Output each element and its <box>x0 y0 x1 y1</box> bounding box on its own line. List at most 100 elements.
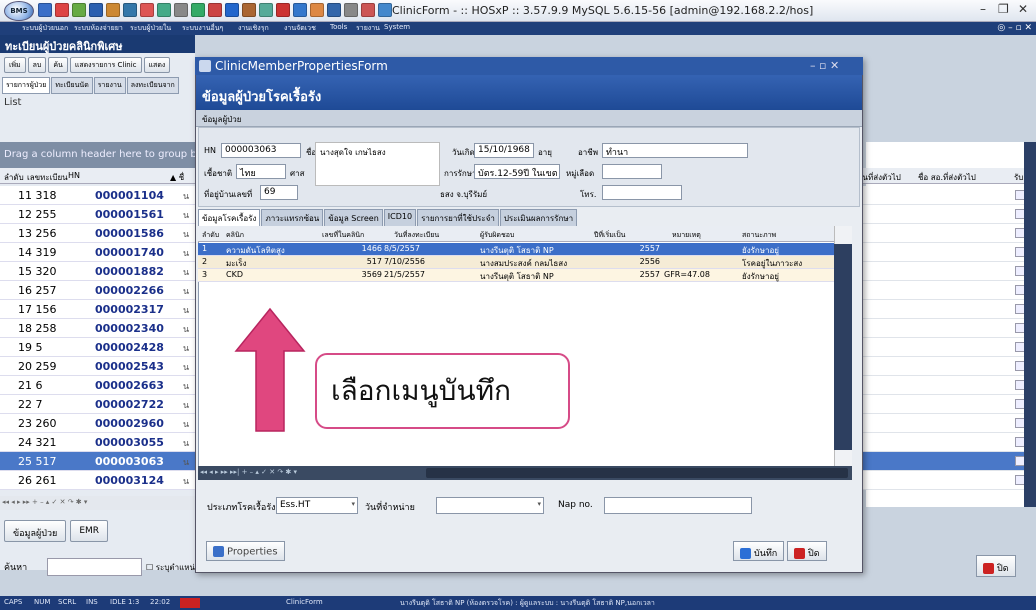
menu-item-6[interactable]: Tools <box>330 23 347 31</box>
toolbar-icon-6[interactable] <box>140 3 154 17</box>
table-row[interactable]: 25 517 000003063 น <box>0 452 195 471</box>
table-row[interactable]: 20 259 000002543 น <box>0 357 195 376</box>
chronic-nav-buttons[interactable]: ◂◂ ◂ ▸ ▸▸ ▸▸| + – ▴ ✓ ✕ ↷ ✱ ▾ <box>200 468 297 476</box>
nap-input[interactable] <box>604 497 752 514</box>
table-row[interactable] <box>854 300 1025 319</box>
col-order[interactable]: ลำดับ <box>202 230 219 241</box>
nation-field[interactable]: ไทย <box>236 164 286 179</box>
patient-info-button[interactable]: ข้อมูลผู้ป่วย <box>4 520 67 542</box>
table-row[interactable]: 19 5 000002428 น <box>0 338 195 357</box>
table-row[interactable]: 26 261 000003124 น <box>0 471 195 490</box>
toolbar-icon-16[interactable] <box>310 3 324 17</box>
tab-register-from[interactable]: ลงทะเบียนจาก <box>126 77 179 94</box>
pttype-field[interactable]: บัตร.12-59ปี ในเขต <box>474 164 560 179</box>
toolbar-icon-9[interactable] <box>191 3 205 17</box>
emr-button[interactable]: EMR <box>70 520 109 542</box>
col-name[interactable]: ▲ ชื่ <box>170 171 184 184</box>
toolbar-icon-17[interactable] <box>327 3 341 17</box>
table-row[interactable]: 24 321 000003055 น <box>0 433 195 452</box>
toolbar-icon-5[interactable] <box>123 3 137 17</box>
col-status[interactable]: สถานะภาพ <box>742 230 776 241</box>
toolbar-icon-12[interactable] <box>242 3 256 17</box>
menu-item-2[interactable]: ระบบผู้ป่วยใน <box>130 23 171 34</box>
tel-field[interactable] <box>602 185 682 200</box>
toolbar-icon-4[interactable] <box>106 3 120 17</box>
toolbar-icon-2[interactable] <box>72 3 86 17</box>
table-row[interactable]: 2 มะเร็ง 517 7/10/2556 นางสมประสงค์ กลมไธสง 2… <box>198 256 834 269</box>
mdi-controls[interactable]: ◎ – ▫ ✕ <box>997 23 1032 33</box>
group-by-area[interactable]: Drag a column header here to group by <box>0 142 195 168</box>
village-field[interactable] <box>602 164 662 179</box>
table-row[interactable] <box>854 471 1025 490</box>
col-last-date[interactable]: วันที่ส่งตัวไป <box>858 171 901 184</box>
table-row[interactable]: 3 CKD 3569 21/5/2557 นางรีนตุติ โสธาติ NP 255… <box>198 269 834 282</box>
menu-item-3[interactable]: ระบบงานอื่นๆ <box>182 23 223 34</box>
toolbar-icon-1[interactable] <box>55 3 69 17</box>
toolbar-icon-10[interactable] <box>208 3 222 17</box>
minimize-button[interactable]: – <box>980 2 986 16</box>
dialog-close-button[interactable]: ปิด <box>787 541 827 561</box>
table-row[interactable]: 14 319 000001740 น <box>0 243 195 262</box>
add-button[interactable]: เพิ่ม <box>4 57 26 73</box>
show-clinic-list-button[interactable]: แสดงรายการ Clinic <box>69 57 142 73</box>
menu-item-7[interactable]: รายงาน <box>356 23 380 34</box>
table-row[interactable] <box>854 224 1025 243</box>
delete-button[interactable]: ลบ <box>27 57 47 73</box>
toolbar-icon-11[interactable] <box>225 3 239 17</box>
toolbar-icon-20[interactable] <box>378 3 392 17</box>
col-reg-no[interactable]: เลขทะเบียน <box>27 171 68 184</box>
col-last-place[interactable]: ชื่อ สอ.ที่ส่งตัวไป <box>918 171 976 184</box>
table-row[interactable]: 13 256 000001586 น <box>0 224 195 243</box>
menu-item-8[interactable]: System <box>384 23 410 31</box>
close-window-button[interactable]: ✕ <box>1018 2 1028 16</box>
table-row[interactable]: 21 6 000002663 น <box>0 376 195 395</box>
discharge-date-select[interactable]: ▾ <box>436 497 544 514</box>
table-row[interactable] <box>854 186 1025 205</box>
table-row[interactable]: 18 258 000002340 น <box>0 319 195 338</box>
table-row[interactable] <box>854 395 1025 414</box>
dob-field[interactable]: 15/10/1968 <box>474 143 534 158</box>
hn-field[interactable]: 000003063 <box>221 143 301 158</box>
properties-button[interactable]: Properties <box>206 541 285 561</box>
table-row[interactable]: 15 320 000001882 น <box>0 262 195 281</box>
table-row[interactable] <box>854 243 1025 262</box>
maximize-button[interactable]: ❐ <box>998 2 1009 16</box>
table-row[interactable] <box>854 281 1025 300</box>
table-row[interactable] <box>854 205 1025 224</box>
col-clinic-no[interactable]: เลขที่ในคลินิก <box>322 230 364 241</box>
chronic-nav-scrollbar[interactable] <box>426 468 848 478</box>
main-close-button[interactable]: ปิด <box>976 555 1016 577</box>
table-row[interactable] <box>854 262 1025 281</box>
col-order[interactable]: ลำดับ <box>4 171 24 184</box>
right-scrollbar[interactable] <box>1024 142 1036 507</box>
table-row[interactable] <box>854 357 1025 376</box>
show-button[interactable]: แสดง <box>143 57 171 73</box>
dialog-window-controls[interactable]: – ▫ ✕ <box>810 59 839 72</box>
col-note[interactable]: หมายเหตุ <box>672 230 701 241</box>
app-logo[interactable]: BMS <box>4 1 34 21</box>
table-row[interactable] <box>854 433 1025 452</box>
address-number-field[interactable]: 69 <box>260 185 298 200</box>
chronic-grid-scroll-track[interactable] <box>834 244 852 450</box>
save-button[interactable]: บันทึก <box>733 541 785 561</box>
table-row[interactable]: 1 ความดันโลหิตสูง 1466 8/5/2557 นางรีนตุติ โ… <box>198 243 834 256</box>
tab-appointments[interactable]: ทะเบียนนัด <box>51 77 93 94</box>
table-row[interactable]: 16 257 000002266 น <box>0 281 195 300</box>
menu-item-5[interactable]: งานจัดเวช <box>284 23 316 34</box>
toolbar-icon-13[interactable] <box>259 3 273 17</box>
col-reg-date[interactable]: วันที่ลงทะเบียน <box>394 230 439 241</box>
patient-grid-navigator[interactable]: ◂◂ ◂ ▸ ▸▸ + – ▴ ✓ ✕ ↷ ✱ ▾ <box>0 496 195 510</box>
tab-patient-list[interactable]: รายการผู้ป่วย <box>2 77 51 94</box>
toolbar-icon-14[interactable] <box>276 3 290 17</box>
chronic-type-select[interactable]: Ess.HT ▾ <box>276 497 358 514</box>
table-row[interactable]: 22 7 000002722 น <box>0 395 195 414</box>
find-button[interactable]: ค้น <box>48 57 68 73</box>
table-row[interactable] <box>854 376 1025 395</box>
col-received[interactable]: รับ <box>1014 171 1023 184</box>
name-field[interactable]: นางสุดใจ เกษไธสง <box>315 142 440 186</box>
table-row[interactable]: 17 156 000002317 น <box>0 300 195 319</box>
col-hn[interactable]: HN <box>68 171 80 180</box>
tab-reports[interactable]: รายงาน <box>93 77 126 94</box>
search-option-checkbox[interactable]: ☐ ระบุตำแหน่ง <box>146 561 199 574</box>
search-input[interactable] <box>47 558 142 576</box>
